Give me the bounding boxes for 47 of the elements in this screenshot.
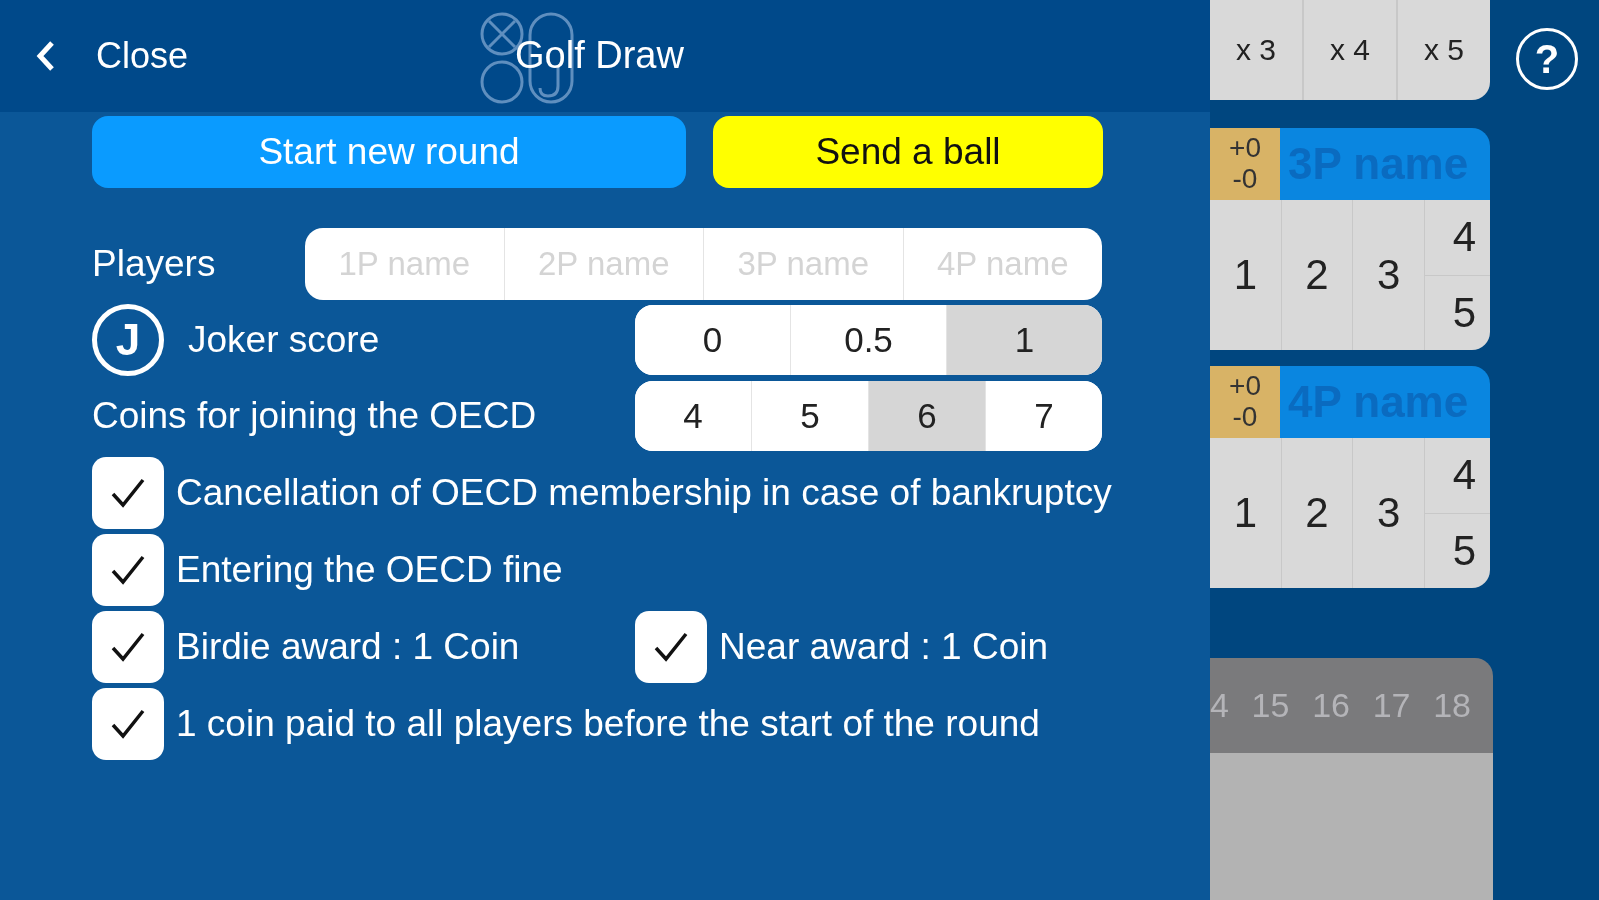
checkmark-icon — [110, 630, 146, 663]
segment-option[interactable]: 6 — [868, 381, 985, 451]
joker-score-label: Joker score — [188, 319, 380, 361]
multiplier-option[interactable]: x 5 — [1396, 0, 1490, 100]
checkmark-icon — [110, 476, 146, 509]
score-option[interactable]: 2 — [1280, 200, 1353, 350]
score-badge: +0 -0 — [1210, 128, 1280, 200]
checkbox-label: Near award : 1 Coin — [719, 625, 1049, 668]
checkbox[interactable] — [92, 533, 164, 606]
score-option[interactable]: 5 — [1425, 512, 1490, 588]
segment-option[interactable]: 7 — [985, 381, 1102, 451]
score-option[interactable]: 1 — [1210, 438, 1281, 588]
checkmark-icon — [110, 553, 146, 586]
joker-icon: J — [92, 304, 164, 376]
hole-number: 15 — [1251, 686, 1290, 725]
hole-number: 16 — [1312, 686, 1350, 725]
checkbox-label: Cancellation of OECD membership in case of bankruptcy — [176, 471, 1112, 514]
window-title: Golf Draw — [515, 34, 684, 77]
chevron-left-icon — [36, 40, 56, 72]
hole-number: 17 — [1372, 686, 1411, 725]
checkbox[interactable] — [635, 610, 707, 683]
score-option[interactable]: 4 — [1425, 200, 1490, 275]
hole-number: 18 — [1433, 686, 1471, 725]
checkbox-label: 1 coin paid to all players before the start of the round — [176, 702, 1040, 745]
segment-option[interactable]: 1 — [946, 305, 1102, 375]
checkbox-label: Entering the OECD fine — [176, 548, 563, 591]
checkbox[interactable] — [92, 456, 164, 529]
score-option[interactable]: 2 — [1280, 438, 1353, 588]
close-button[interactable]: Close — [36, 35, 189, 77]
score-option[interactable]: 4 — [1425, 438, 1490, 513]
multiplier-option[interactable]: x 3 — [1210, 0, 1302, 100]
checkmark-icon — [653, 630, 689, 663]
checkbox[interactable] — [92, 687, 164, 760]
coins-label: Coins for joining the OECD — [92, 395, 537, 437]
send-ball-button[interactable]: Send a ball — [713, 116, 1103, 188]
hole-number: 4 — [1210, 686, 1229, 725]
score-option[interactable]: 3 — [1352, 200, 1424, 350]
checkmark-icon — [110, 707, 146, 740]
score-option[interactable]: 3 — [1352, 438, 1424, 588]
checkbox[interactable] — [92, 610, 164, 683]
help-button[interactable]: ? — [1516, 28, 1578, 90]
score-badge: +0 -0 — [1210, 366, 1280, 438]
score-option[interactable]: 5 — [1425, 274, 1490, 350]
score-option[interactable]: 1 — [1210, 200, 1281, 350]
players-label: Players — [92, 243, 216, 285]
checkbox-label: Birdie award : 1 Coin — [176, 625, 520, 668]
multiplier-option[interactable]: x 4 — [1302, 0, 1396, 100]
